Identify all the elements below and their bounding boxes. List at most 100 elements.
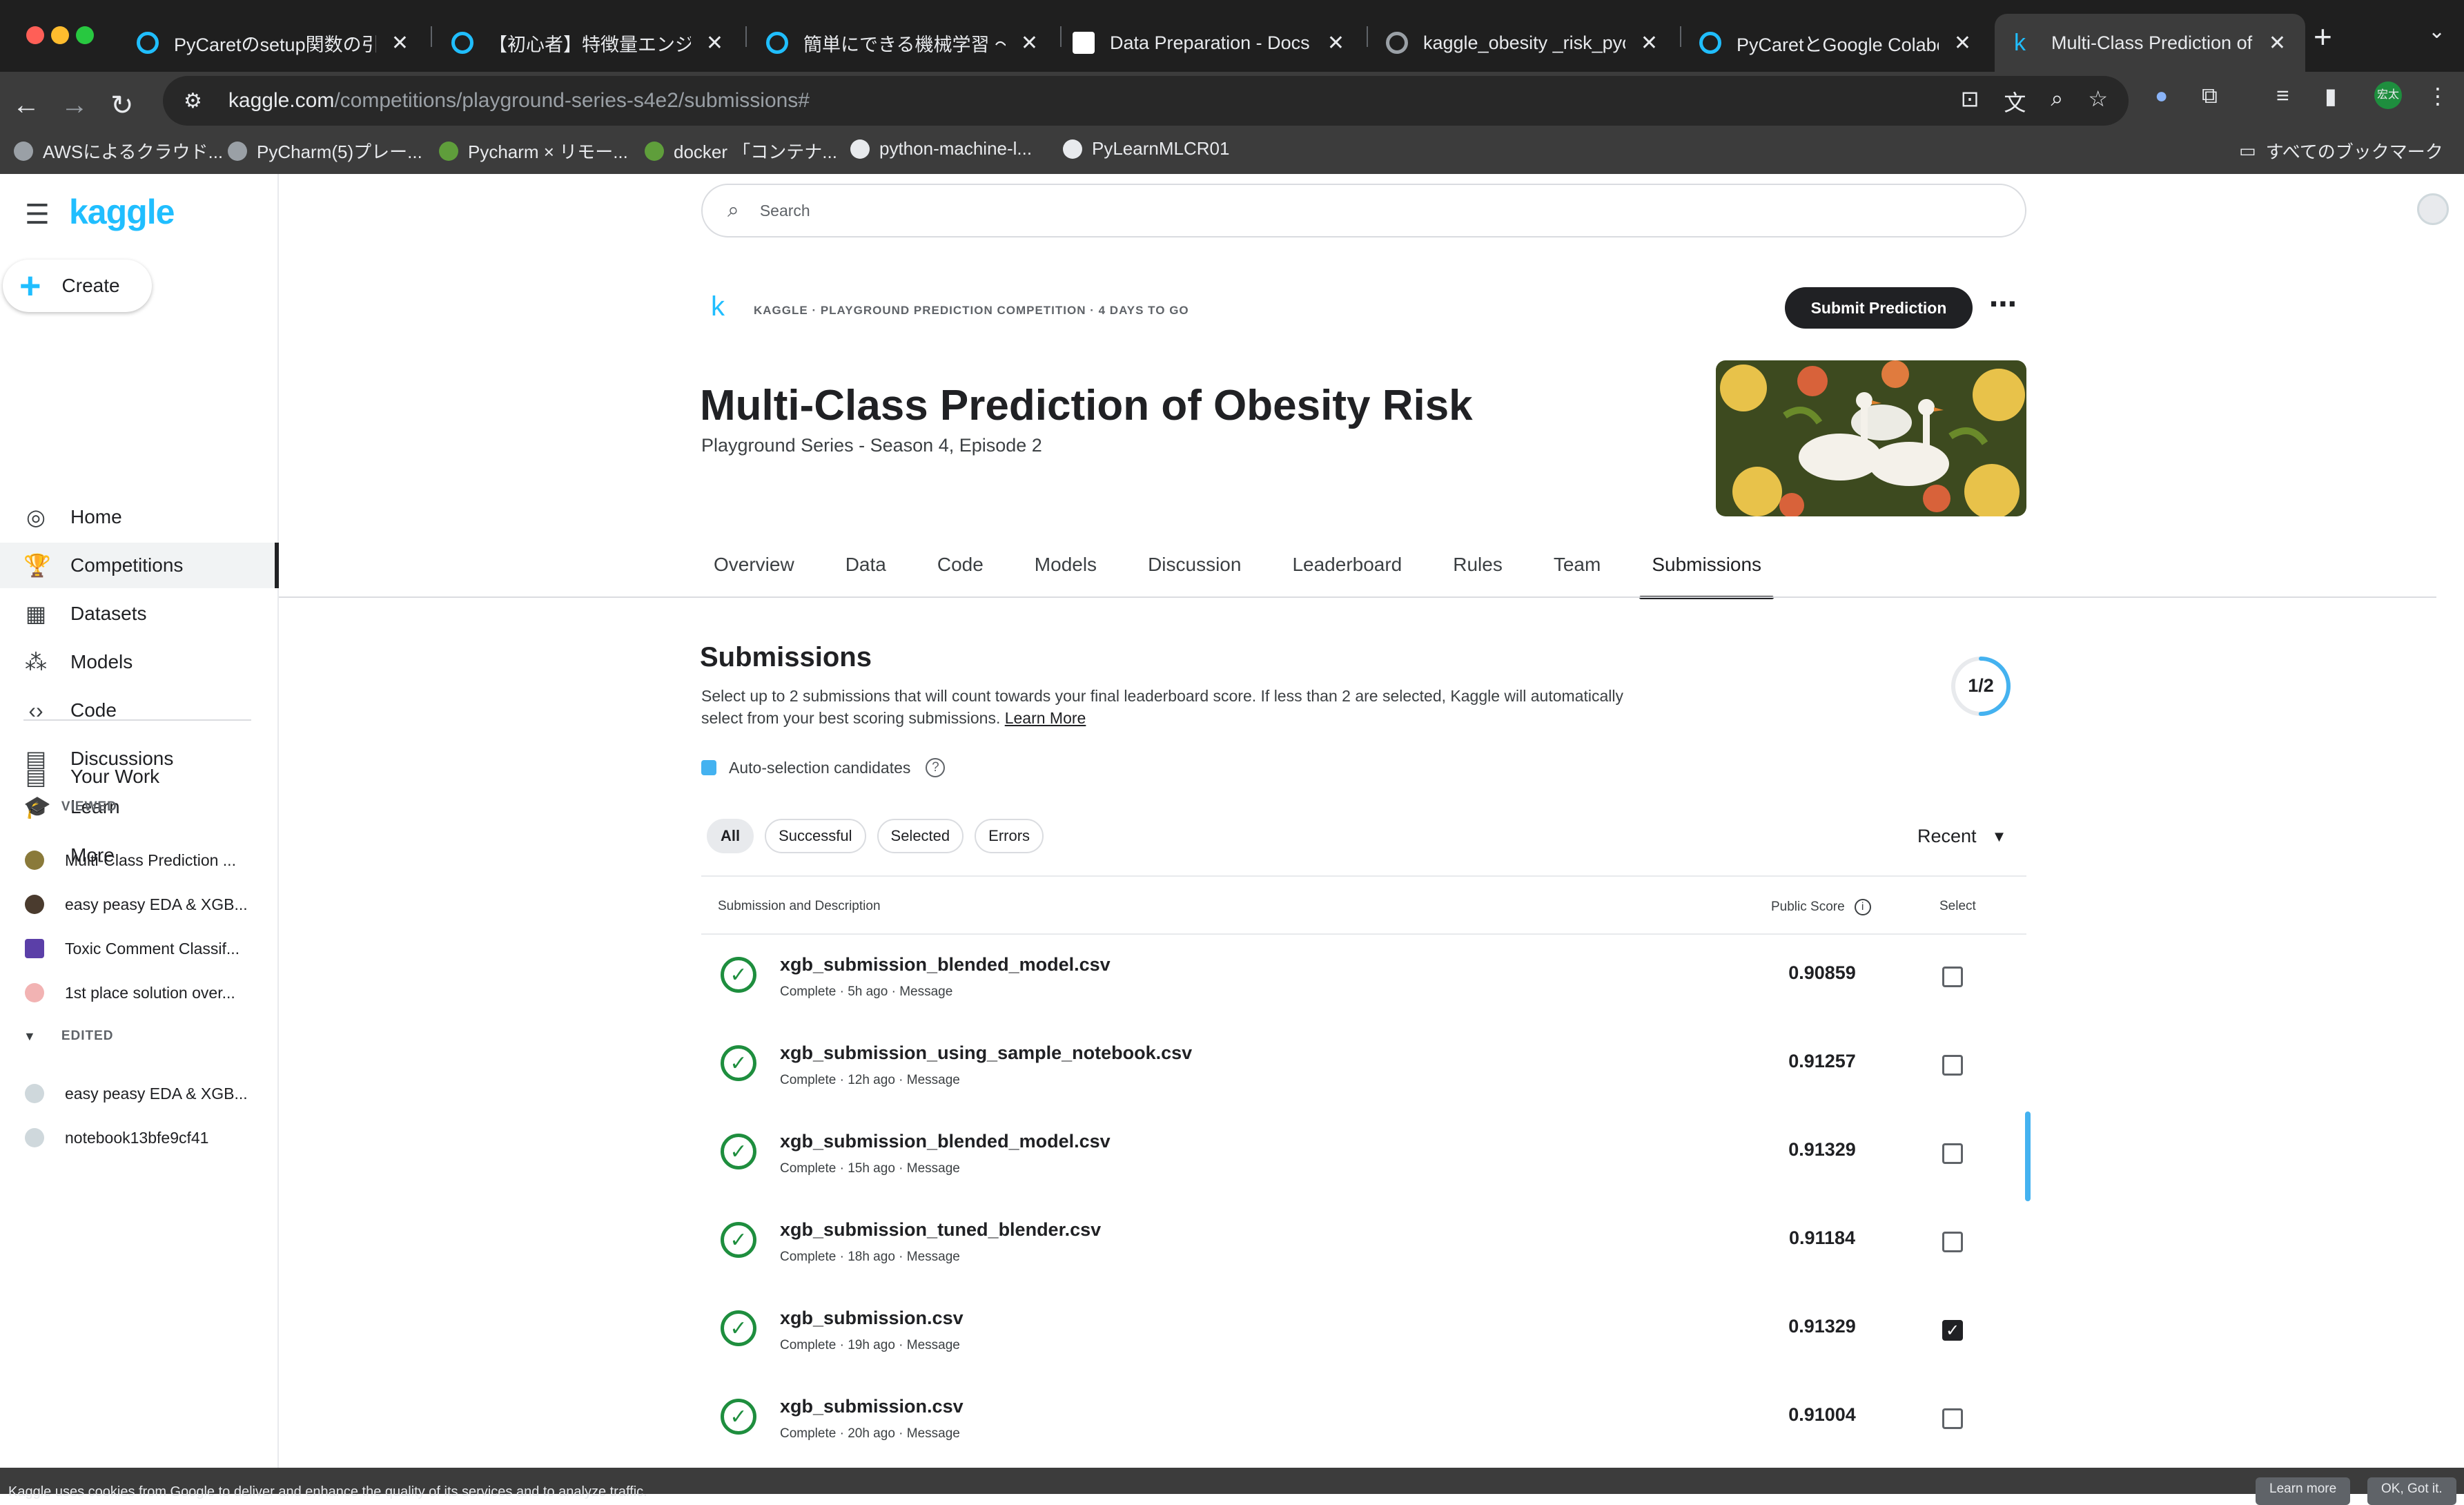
submit-prediction-button[interactable]: Submit Prediction — [1785, 287, 1973, 329]
back-button[interactable]: ← — [12, 90, 40, 121]
learn-more-link[interactable]: Learn More — [1005, 709, 1086, 727]
submission-filename[interactable]: xgb_submission_tuned_blender.csv — [780, 1219, 1101, 1241]
table-row[interactable]: ✓ xgb_submission.csv Complete · 20h ago · … — [701, 1377, 2026, 1465]
edited-item[interactable]: easy peasy EDA & XGB... — [0, 1071, 279, 1116]
column-header-score[interactable]: Public Score i — [1771, 899, 1871, 915]
bookmark-item[interactable]: AWSによるクラウド... — [14, 138, 223, 164]
menu-icon[interactable]: ☰ — [25, 199, 50, 231]
table-row[interactable]: ✓ xgb_submission_using_sample_notebook.cs… — [701, 1023, 2026, 1111]
select-checkbox[interactable] — [1942, 1232, 1963, 1252]
browser-tab[interactable]: PyCaretとGoogle Colaborat✕ — [1680, 14, 1991, 72]
viewed-item[interactable]: Multi-Class Prediction ... — [0, 838, 279, 882]
edited-section-header[interactable]: ▼ EDITED — [23, 1029, 114, 1044]
viewed-item[interactable]: Toxic Comment Classif... — [0, 926, 279, 971]
user-avatar[interactable] — [2417, 193, 2449, 225]
tab-data[interactable]: Data — [833, 554, 899, 592]
help-icon[interactable]: ? — [926, 758, 946, 777]
submission-filename[interactable]: xgb_submission.csv — [780, 1396, 964, 1417]
tab-leaderboard[interactable]: Leaderboard — [1280, 554, 1414, 592]
browser-tab[interactable]: 【初心者】特徴量エンジニアリ✕ — [432, 14, 743, 72]
extension-icon[interactable]: ● — [2155, 83, 2168, 108]
bookmark-star-icon[interactable]: ☆ — [2088, 86, 2108, 117]
close-tab-icon[interactable]: ✕ — [391, 31, 409, 55]
more-options-icon[interactable]: ⋯ — [1989, 289, 2017, 320]
sidebar-item-datasets[interactable]: ▦ Datasets — [0, 591, 279, 637]
table-row[interactable]: ✓ xgb_submission.csv Complete · 19h ago · … — [701, 1288, 2026, 1377]
forward-button[interactable]: → — [61, 90, 88, 121]
tab-search-icon[interactable]: ⌄ — [2428, 19, 2445, 43]
tab-overview[interactable]: Overview — [701, 554, 807, 592]
tab-team[interactable]: Team — [1541, 554, 1613, 592]
tab-discussion[interactable]: Discussion — [1135, 554, 1253, 592]
tab-models[interactable]: Models — [1022, 554, 1109, 592]
select-checkbox[interactable] — [1942, 1055, 1963, 1076]
select-checkbox[interactable]: ✓ — [1942, 1320, 1963, 1341]
sidebar-item-models[interactable]: ⁂ Models — [0, 639, 279, 685]
translate-icon[interactable]: 文 — [2004, 86, 2026, 117]
profile-avatar[interactable]: 宏太 — [2374, 81, 2402, 109]
sidebar-item-code[interactable]: ‹› Code — [0, 688, 279, 733]
select-checkbox[interactable] — [1942, 1408, 1963, 1429]
submission-filename[interactable]: xgb_submission_blended_model.csv — [780, 1131, 1111, 1152]
browser-tab[interactable]: Data Preparation - Docs ✕ — [1053, 14, 1364, 72]
install-app-icon[interactable]: ⊡ — [1961, 86, 1979, 117]
select-checkbox[interactable] — [1942, 967, 1963, 987]
close-tab-icon[interactable]: ✕ — [706, 31, 723, 55]
address-bar[interactable]: ⚙ kaggle.com/competitions/playground-ser… — [163, 76, 2129, 126]
filter-chip-selected[interactable]: Selected — [877, 819, 964, 853]
kaggle-logo[interactable]: kaggle — [69, 192, 175, 232]
table-row[interactable]: ✓ xgb_submission_blended_model.csv Complet… — [701, 935, 2026, 1023]
browser-tab[interactable]: 簡単にできる機械学習 〜PyCa✕ — [747, 14, 1057, 72]
all-bookmarks-folder[interactable]: ▭ すべてのブックマーク — [2239, 138, 2443, 164]
info-icon[interactable]: i — [1854, 899, 1871, 915]
maximize-window-button[interactable] — [76, 26, 94, 44]
tab-rules[interactable]: Rules — [1440, 554, 1515, 592]
bookmark-item[interactable]: python-machine-l... — [850, 138, 1032, 159]
create-button[interactable]: + Create — [3, 260, 152, 312]
browser-tab[interactable]: kaggle_obesity _risk_pycar✕ — [1367, 14, 1677, 72]
submission-filename[interactable]: xgb_submission.csv — [780, 1308, 964, 1329]
filter-chip-errors[interactable]: Errors — [975, 819, 1044, 853]
submission-filename[interactable]: xgb_submission_using_sample_notebook.csv — [780, 1042, 1192, 1064]
browser-tab[interactable]: PyCaretのsetup関数の引数に✕ — [117, 14, 428, 72]
cookie-ok-button[interactable]: OK, Got it. — [2367, 1477, 2456, 1505]
search-input[interactable]: Search — [760, 202, 810, 220]
sidebar-item-home[interactable]: ◎ Home — [0, 494, 279, 540]
close-window-button[interactable] — [26, 26, 44, 44]
scrollbar-thumb[interactable] — [2025, 1111, 2031, 1201]
tab-code[interactable]: Code — [925, 554, 996, 592]
side-panel-icon[interactable]: ▮ — [2325, 83, 2337, 109]
close-tab-icon[interactable]: ✕ — [1021, 31, 1038, 55]
viewed-item[interactable]: easy peasy EDA & XGB... — [0, 882, 279, 926]
sidebar-item-your-work[interactable]: ▤ Your Work — [0, 754, 279, 799]
bookmark-item[interactable]: docker 「コンテナ... — [645, 138, 837, 164]
extensions-puzzle-icon[interactable]: ⧉ — [2202, 83, 2218, 109]
close-tab-icon[interactable]: ✕ — [1954, 31, 1971, 55]
close-tab-icon[interactable]: ✕ — [1641, 31, 1658, 55]
table-row[interactable]: ✓ xgb_submission_blended_model.csv Complet… — [701, 1111, 2026, 1200]
submission-filename[interactable]: xgb_submission_blended_model.csv — [780, 954, 1111, 975]
edited-item[interactable]: notebook13bfe9cf41 — [0, 1116, 279, 1160]
close-tab-icon[interactable]: ✕ — [2269, 31, 2286, 55]
tab-submissions[interactable]: Submissions — [1639, 554, 1774, 599]
viewed-section-header[interactable]: ▼ VIEWED — [23, 799, 117, 815]
minimize-window-button[interactable] — [51, 26, 69, 44]
sidebar-item-competitions[interactable]: 🏆 Competitions — [0, 543, 279, 588]
sort-dropdown[interactable]: Recent ▼ — [1917, 826, 2006, 847]
filter-chip-all[interactable]: All — [707, 819, 754, 853]
close-tab-icon[interactable]: ✕ — [1327, 31, 1345, 55]
bookmark-item[interactable]: Pycharm × リモー... — [439, 138, 628, 164]
browser-menu-icon[interactable]: ⋮ — [2427, 83, 2449, 109]
cookie-learn-more-button[interactable]: Learn more — [2256, 1477, 2351, 1505]
viewed-item[interactable]: 1st place solution over... — [0, 971, 279, 1015]
site-settings-icon[interactable]: ⚙ — [184, 89, 202, 113]
browser-tab-active[interactable]: kMulti-Class Prediction of Ob✕ — [1995, 14, 2305, 72]
table-row[interactable]: ✓ xgb_submission_tuned_blender.csv Complet… — [701, 1200, 2026, 1288]
reload-button[interactable]: ↻ — [110, 90, 134, 122]
reading-list-icon[interactable]: ≡ — [2276, 83, 2289, 108]
new-tab-button[interactable]: + — [2314, 18, 2332, 55]
zoom-icon[interactable]: ⌕ — [2051, 86, 2063, 117]
bookmark-item[interactable]: PyCharm(5)プレー... — [228, 138, 422, 164]
select-checkbox[interactable] — [1942, 1143, 1963, 1164]
search-bar[interactable]: ⌕ Search — [701, 184, 2026, 237]
